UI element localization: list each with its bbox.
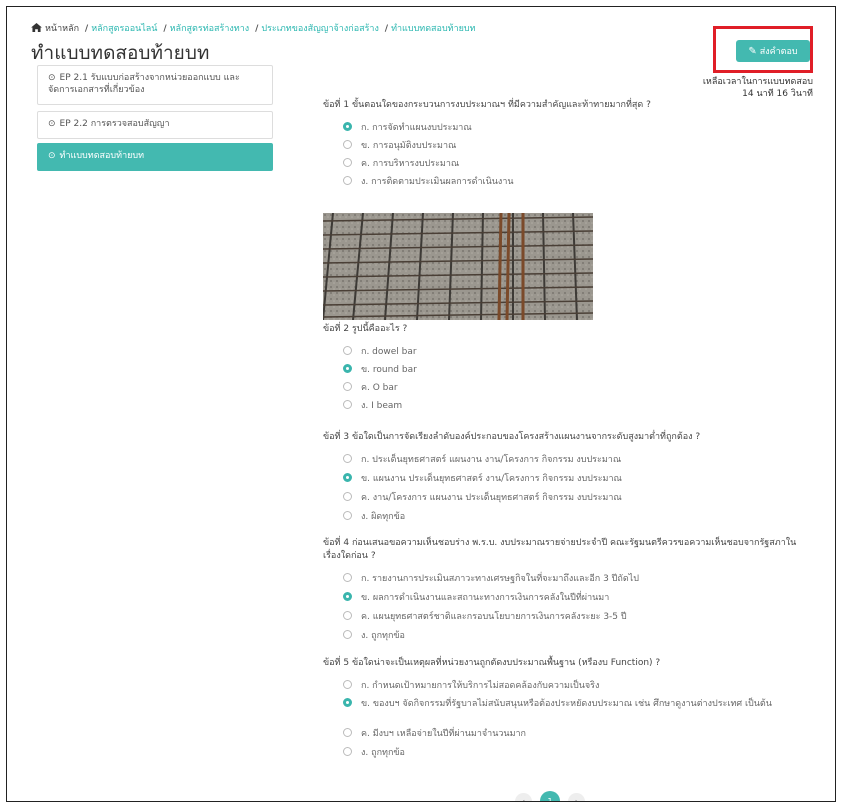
radio-selected[interactable] (343, 698, 352, 707)
sidebar-item-ep21[interactable]: ⊙ EP 2.1 รับแบบก่อสร้างจากหน่วยออกแบบ และ… (37, 65, 273, 105)
circle-dot-icon: ⊙ (48, 119, 56, 129)
pencil-icon: ✎ (748, 45, 757, 57)
breadcrumb-home[interactable]: หน้าหลัก (45, 24, 79, 34)
breadcrumb-item-current[interactable]: ทำแบบทดสอบท้ายบท (391, 24, 476, 34)
radio[interactable] (343, 611, 352, 620)
breadcrumb: หน้าหลัก / หลักสูตรออนไลน์ / หลักสูตรท่อสร… (31, 21, 476, 35)
option-q4-b[interactable]: ข. ผลการดำเนินงานและสถานะทางการเงินการคล… (343, 592, 609, 604)
option-q1-d[interactable]: ง. การติดตามประเมินผลการดำเนินงาน (343, 176, 514, 188)
breadcrumb-item[interactable]: หลักสูตรออนไลน์ (91, 24, 157, 34)
option-q2-d[interactable]: ง. I beam (343, 400, 402, 412)
question-4: ข้อที่ 4 ก่อนเสนอขอความเห็นชอบร่าง พ.ร.บ… (323, 538, 797, 561)
circle-dot-icon: ⊙ (48, 151, 56, 161)
submit-button[interactable]: ✎ ส่งคำตอบ (736, 40, 810, 62)
radio[interactable] (343, 492, 352, 501)
prev-page-button[interactable]: ‹ (515, 792, 532, 801)
radio-selected[interactable] (343, 364, 352, 373)
radio[interactable] (343, 140, 352, 149)
sidebar-item-quiz[interactable]: ⊙ ทำแบบทดสอบท้ายบท (37, 143, 273, 171)
option-q3-c[interactable]: ค. งาน/โครงการ แผนงาน ประเด็นยุทธศาสตร์ … (343, 492, 622, 504)
question-2: ข้อที่ 2 รูปนี้คืออะไร ? (323, 324, 408, 334)
option-q4-d[interactable]: ง. ถูกทุกข้อ (343, 630, 405, 642)
option-q5-a[interactable]: ก. กำหนดเป้าหมายการให้บริการไม่สอดคล้องก… (343, 680, 599, 692)
radio[interactable] (343, 176, 352, 185)
option-q5-c[interactable]: ค. มีงบฯ เหลือจ่ายในปีที่ผ่านมาจำนวนมาก (343, 728, 526, 740)
page-frame: หน้าหลัก / หลักสูตรออนไลน์ / หลักสูตรท่อสร… (6, 6, 836, 802)
sidebar-item-ep22[interactable]: ⊙ EP 2.2 การตรวจสอบสัญญา (37, 111, 273, 139)
option-q1-a[interactable]: ก. การจัดทำแผนงบประมาณ (343, 122, 472, 134)
radio-selected[interactable] (343, 473, 352, 482)
breadcrumb-item[interactable]: ประเภทของสัญญาจ้างก่อสร้าง (261, 24, 379, 34)
next-page-button[interactable]: › (568, 792, 585, 801)
question-3: ข้อที่ 3 ข้อใดเป็นการจัดเรียงลำดับองค์ปร… (323, 432, 701, 442)
home-icon (31, 23, 42, 32)
radio[interactable] (343, 630, 352, 639)
radio[interactable] (343, 511, 352, 520)
radio[interactable] (343, 454, 352, 463)
radio[interactable] (343, 747, 352, 756)
pagination: ‹ 1 › (515, 791, 585, 801)
option-q3-a[interactable]: ก. ประเด็นยุทธศาสตร์ แผนงาน งาน/โครงการ … (343, 454, 621, 466)
radio[interactable] (343, 573, 352, 582)
question-5: ข้อที่ 5 ข้อใดน่าจะเป็นเหตุผลที่หน่วยงาน… (323, 658, 661, 668)
question-1: ข้อที่ 1 ขั้นตอนใดของกระบวนการงบประมาณฯ … (323, 100, 651, 110)
radio[interactable] (343, 728, 352, 737)
option-q2-a[interactable]: ก. dowel bar (343, 346, 417, 358)
sidebar-item-label: ทำแบบทดสอบท้ายบท (59, 151, 145, 161)
circle-dot-icon: ⊙ (48, 73, 56, 83)
option-q5-b[interactable]: ข. ของบฯ จัดกิจกรรมที่รัฐบาลไม่สนับสนุนห… (343, 698, 827, 710)
page-button-current[interactable]: 1 (540, 791, 560, 801)
sidebar-item-label: EP 2.2 การตรวจสอบสัญญา (59, 119, 170, 129)
option-q1-c[interactable]: ค. การบริหารงบประมาณ (343, 158, 459, 170)
radio-selected[interactable] (343, 122, 352, 131)
breadcrumb-item[interactable]: หลักสูตรท่อสร้างทาง (170, 24, 250, 34)
page-title: ทำแบบทดสอบท้ายบท (31, 42, 210, 64)
option-q1-b[interactable]: ข. การอนุมัติงบประมาณ (343, 140, 456, 152)
sidebar-item-label: EP 2.1 รับแบบก่อสร้างจากหน่วยออกแบบ และจ… (48, 73, 240, 95)
rebar-photo (323, 213, 593, 320)
radio[interactable] (343, 158, 352, 167)
option-q2-c[interactable]: ค. O bar (343, 382, 398, 394)
radio[interactable] (343, 382, 352, 391)
option-q2-b[interactable]: ข. round bar (343, 364, 417, 376)
radio[interactable] (343, 400, 352, 409)
radio[interactable] (343, 346, 352, 355)
timer: เหลือเวลาในการแบบทดสอบ 14 นาที 16 วินาที (703, 76, 813, 100)
submit-label: ส่งคำตอบ (759, 47, 798, 57)
option-q4-a[interactable]: ก. รายงานการประเมินสภาวะทางเศรษฐกิจในที่… (343, 573, 639, 585)
option-q3-d[interactable]: ง. ผิดทุกข้อ (343, 511, 405, 523)
radio[interactable] (343, 680, 352, 689)
option-q3-b[interactable]: ข. แผนงาน ประเด็นยุทธศาสตร์ งาน/โครงการ … (343, 473, 622, 485)
option-q4-c[interactable]: ค. แผนยุทธศาสตร์ชาติและกรอบนโยบายการเงิน… (343, 611, 627, 623)
radio-selected[interactable] (343, 592, 352, 601)
option-q5-d[interactable]: ง. ถูกทุกข้อ (343, 747, 405, 759)
timer-label: เหลือเวลาในการแบบทดสอบ (702, 77, 813, 87)
